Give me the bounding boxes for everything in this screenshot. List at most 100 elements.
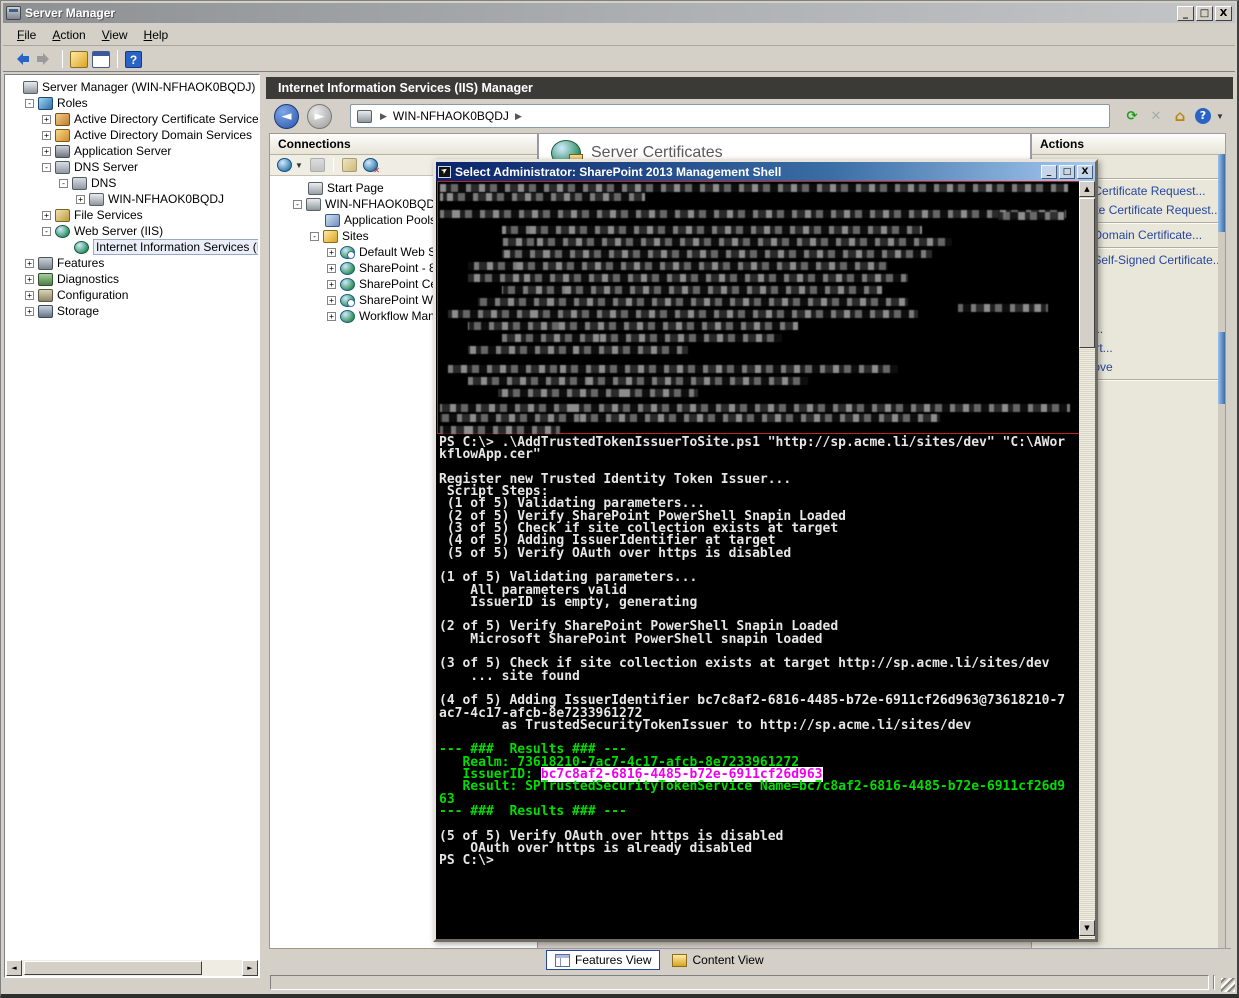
create-connection-icon[interactable] bbox=[277, 158, 292, 172]
tree-item[interactable]: + Configuration bbox=[6, 287, 258, 303]
expand-icon[interactable]: + bbox=[327, 263, 336, 273]
tree-item[interactable]: Internet Information Services (IIS) M bbox=[6, 239, 258, 255]
tree-item[interactable]: + WIN-NFHAOK0BQDJ bbox=[6, 191, 258, 207]
powershell-titlebar[interactable]: Select Administrator: SharePoint 2013 Ma… bbox=[436, 162, 1095, 181]
expand-icon[interactable]: + bbox=[42, 210, 51, 220]
actions-scrollbar[interactable] bbox=[1218, 154, 1225, 948]
home-icon[interactable]: ⌂ bbox=[1171, 107, 1189, 125]
tree-item-label[interactable]: Configuration bbox=[57, 288, 128, 302]
scroll-left-icon[interactable]: ◄ bbox=[6, 960, 22, 976]
expand-icon[interactable]: + bbox=[327, 311, 336, 321]
refresh-icon[interactable]: ⟳ bbox=[1123, 108, 1141, 125]
iis-help-icon[interactable]: ? bbox=[1195, 108, 1211, 124]
tab-content-view[interactable]: Content View bbox=[664, 950, 771, 970]
tree-item[interactable]: Server Manager (WIN-NFHAOK0BQDJ) bbox=[6, 79, 258, 95]
tree-item-label[interactable]: File Services bbox=[74, 208, 143, 222]
collapse-icon[interactable]: - bbox=[42, 226, 51, 236]
tree-item-label[interactable]: Application Pools bbox=[344, 213, 436, 227]
console-area[interactable]: PS C:\> .\AddTrustedTokenIssuerToSite.ps… bbox=[436, 181, 1095, 939]
export-icon[interactable] bbox=[70, 50, 88, 68]
scroll-right-icon[interactable]: ► bbox=[242, 960, 258, 976]
expand-icon[interactable]: + bbox=[25, 306, 34, 316]
menu-item-help[interactable]: Help bbox=[136, 26, 177, 44]
expand-icon[interactable]: + bbox=[327, 247, 336, 257]
tree-item-label[interactable]: Web Server (IIS) bbox=[74, 224, 163, 238]
menu-item-file[interactable]: File bbox=[9, 26, 44, 44]
tree-item-label[interactable]: Start Page bbox=[327, 181, 384, 195]
iis-breadcrumb[interactable]: ▶ WIN-NFHAOK0BQDJ ▶ bbox=[350, 104, 1110, 128]
expand-icon[interactable]: + bbox=[42, 146, 51, 156]
tree-item[interactable]: - DNS bbox=[6, 175, 258, 191]
tab-label[interactable]: Content View bbox=[692, 953, 763, 967]
expand-icon[interactable]: + bbox=[25, 290, 34, 300]
ps-close-button[interactable]: X bbox=[1077, 164, 1093, 179]
tree-item[interactable]: - Web Server (IIS) bbox=[6, 223, 258, 239]
expand-icon[interactable]: + bbox=[42, 130, 51, 140]
collapse-icon[interactable]: - bbox=[293, 199, 302, 209]
remove-connection-icon[interactable] bbox=[362, 158, 380, 175]
tree-item-label[interactable]: Internet Information Services (IIS) M bbox=[93, 239, 258, 255]
tree-item[interactable]: + Diagnostics bbox=[6, 271, 258, 287]
tree-item[interactable]: + Storage bbox=[6, 303, 258, 319]
tree-item[interactable]: + Active Directory Domain Services bbox=[6, 127, 258, 143]
iis-forward-icon[interactable]: ► bbox=[307, 103, 332, 129]
tree-item[interactable]: + Application Server bbox=[6, 143, 258, 159]
back-icon[interactable] bbox=[11, 50, 31, 68]
scrollbar-thumb[interactable] bbox=[1218, 154, 1225, 232]
redacted-text-row bbox=[502, 286, 882, 294]
iis-back-icon[interactable]: ◄ bbox=[274, 103, 299, 129]
tree-item[interactable]: - Roles bbox=[6, 95, 258, 111]
tree-item[interactable]: + Features bbox=[6, 255, 258, 271]
tree-item[interactable]: + File Services bbox=[6, 207, 258, 223]
scroll-down-icon[interactable]: ▼ bbox=[1079, 920, 1095, 936]
tab-label[interactable]: Features View bbox=[575, 953, 651, 967]
tree-item-label[interactable]: Storage bbox=[57, 304, 99, 318]
expand-icon[interactable]: + bbox=[76, 194, 85, 204]
expand-icon[interactable]: + bbox=[327, 295, 336, 305]
scroll-up-icon[interactable]: ▲ bbox=[1079, 181, 1095, 197]
tree-item-label[interactable]: Features bbox=[57, 256, 104, 270]
collapse-icon[interactable]: - bbox=[25, 98, 34, 108]
console-scrollbar[interactable]: ▲ ▼ bbox=[1079, 181, 1095, 939]
collapse-icon[interactable]: - bbox=[310, 231, 319, 241]
tree-item-label[interactable]: Sites bbox=[342, 229, 369, 243]
ps-maximize-button[interactable]: □ bbox=[1059, 164, 1075, 179]
breadcrumb-arrow-icon[interactable]: ▶ bbox=[515, 111, 522, 122]
minimize-button[interactable]: _ bbox=[1177, 5, 1194, 21]
tree-item-label[interactable]: WIN-NFHAOK0BQDJ bbox=[108, 192, 224, 206]
help-icon[interactable]: ? bbox=[125, 50, 142, 68]
breadcrumb-server[interactable]: WIN-NFHAOK0BQDJ bbox=[393, 109, 509, 123]
collapse-icon[interactable]: - bbox=[42, 162, 51, 172]
expand-icon[interactable]: + bbox=[42, 114, 51, 124]
tree-item-label[interactable]: DNS bbox=[91, 176, 116, 190]
tree-horizontal-scrollbar[interactable]: ◄ ► bbox=[6, 960, 258, 976]
tree-item-label[interactable]: Active Directory Domain Services bbox=[74, 128, 252, 142]
show-window-icon[interactable] bbox=[92, 50, 110, 68]
tree-item[interactable]: - DNS Server bbox=[6, 159, 258, 175]
tree-item-label[interactable]: Diagnostics bbox=[57, 272, 119, 286]
expand-icon[interactable]: + bbox=[25, 258, 34, 268]
tree-item[interactable]: + Active Directory Certificate Services bbox=[6, 111, 258, 127]
tree-item-label[interactable]: DNS Server bbox=[74, 160, 138, 174]
ps-minimize-button[interactable]: _ bbox=[1041, 164, 1057, 179]
scrollbar-thumb[interactable] bbox=[1218, 332, 1225, 404]
tree-item-label[interactable]: Active Directory Certificate Services bbox=[74, 112, 258, 126]
menu-item-view[interactable]: View bbox=[94, 26, 136, 44]
tree-item-label[interactable]: Server Manager (WIN-NFHAOK0BQDJ) bbox=[42, 80, 255, 94]
tab-features-view[interactable]: Features View bbox=[546, 950, 661, 970]
help-dropdown-icon[interactable]: ▼ bbox=[1216, 112, 1224, 121]
menu-item-action[interactable]: Action bbox=[44, 26, 93, 44]
forward-icon[interactable] bbox=[35, 50, 55, 68]
connection-dropdown-icon[interactable]: ▼ bbox=[295, 161, 303, 170]
resize-grip[interactable] bbox=[1221, 978, 1235, 992]
scrollbar-thumb[interactable] bbox=[24, 961, 202, 975]
expand-icon[interactable]: + bbox=[327, 279, 336, 289]
tree-item-label[interactable]: Roles bbox=[57, 96, 88, 110]
collapse-icon[interactable]: - bbox=[59, 178, 68, 188]
close-button[interactable]: X bbox=[1215, 5, 1232, 21]
expand-icon[interactable]: + bbox=[25, 274, 34, 284]
scrollbar-thumb[interactable] bbox=[1079, 198, 1095, 348]
tree-item-label[interactable]: SharePoint - 80 bbox=[359, 261, 442, 275]
maximize-button[interactable]: □ bbox=[1196, 5, 1213, 21]
tree-item-label[interactable]: Application Server bbox=[74, 144, 171, 158]
